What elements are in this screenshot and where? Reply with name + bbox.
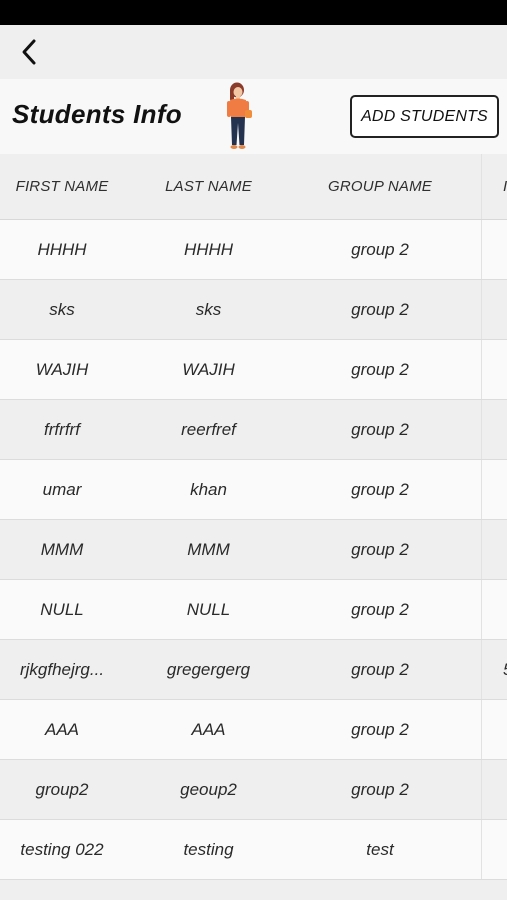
group-name-cell: test	[366, 839, 394, 859]
group-name-cell: group 2	[351, 299, 409, 319]
table-header-row: FIRST NAME LAST NAME GROUP NAME I	[0, 154, 507, 220]
first-name-cell: WAJIH	[35, 359, 89, 379]
last-name-cell: gregergerg	[166, 659, 251, 679]
last-name-cell: testing	[183, 839, 234, 859]
first-name-cell: umar	[42, 479, 82, 499]
table-row[interactable]: rjkgfhejrg... gregergerg group 2 5	[0, 640, 507, 700]
first-name-cell: frfrfrf	[44, 419, 80, 439]
page-title: Students Info	[12, 99, 182, 129]
column-header-last-name: LAST NAME	[165, 178, 252, 195]
first-name-cell: testing 022	[20, 839, 104, 859]
last-name-cell: MMM	[187, 539, 230, 559]
last-name-cell: khan	[190, 479, 227, 499]
group-name-cell: group 2	[351, 239, 409, 259]
partial-cell	[481, 340, 507, 399]
table-row[interactable]: sks sks group 2	[0, 280, 507, 340]
column-header-group-name: GROUP NAME	[328, 178, 432, 195]
group-name-cell: group 2	[351, 779, 409, 799]
first-name-cell: AAA	[44, 719, 80, 739]
students-table: FIRST NAME LAST NAME GROUP NAME I HHHH H…	[0, 154, 507, 900]
column-header-first-name: FIRST NAME	[15, 178, 109, 195]
table-row[interactable]: umar khan group 2	[0, 460, 507, 520]
table-row[interactable]	[0, 880, 507, 900]
partial-cell	[481, 280, 507, 339]
last-name-cell: NULL	[186, 599, 231, 619]
last-name-cell: geoup2	[180, 779, 237, 799]
add-students-button[interactable]: ADD STUDENTS	[350, 95, 499, 138]
first-name-cell: rjkgfhejrg...	[19, 659, 105, 679]
partial-cell: 5	[481, 640, 507, 699]
table-row[interactable]: testing 022 testing test	[0, 820, 507, 880]
last-name-cell: AAA	[191, 719, 226, 739]
partial-cell	[481, 220, 507, 279]
first-name-cell: MMM	[40, 539, 84, 559]
partial-cell	[481, 700, 507, 759]
group-name-cell: group 2	[351, 659, 409, 679]
last-name-cell: HHHH	[183, 239, 234, 259]
partial-cell	[481, 460, 507, 519]
table-row[interactable]: AAA AAA group 2	[0, 700, 507, 760]
table-row[interactable]: NULL NULL group 2	[0, 580, 507, 640]
first-name-cell: NULL	[40, 599, 84, 619]
back-button[interactable]	[12, 35, 46, 69]
last-name-cell: sks	[195, 299, 222, 319]
first-name-cell: sks	[49, 299, 75, 319]
partial-cell	[481, 580, 507, 639]
group-name-cell: group 2	[351, 719, 409, 739]
first-name-cell: group2	[35, 779, 89, 799]
partial-cell	[481, 820, 507, 879]
partial-cell	[481, 400, 507, 459]
last-name-cell: reerfref	[181, 419, 236, 439]
group-name-cell: group 2	[351, 539, 409, 559]
last-name-cell: WAJIH	[182, 359, 235, 379]
chevron-left-icon	[22, 39, 36, 65]
partial-cell	[481, 760, 507, 819]
table-row[interactable]: HHHH HHHH group 2	[0, 220, 507, 280]
partial-cell	[481, 520, 507, 579]
table-row[interactable]: frfrfrf reerfref group 2	[0, 400, 507, 460]
table-row[interactable]: MMM MMM group 2	[0, 520, 507, 580]
first-name-cell: HHHH	[37, 239, 87, 259]
group-name-cell: group 2	[351, 359, 409, 379]
navigation-bar	[0, 25, 507, 79]
table-row[interactable]: WAJIH WAJIH group 2	[0, 340, 507, 400]
table-row[interactable]: group2 geoup2 group 2	[0, 760, 507, 820]
status-bar	[0, 0, 507, 25]
column-header-partial: I	[503, 178, 507, 195]
group-name-cell: group 2	[351, 479, 409, 499]
student-illustration-icon	[227, 82, 252, 149]
page-header: Students Info ADD STUDENTS	[0, 79, 507, 154]
group-name-cell: group 2	[351, 419, 409, 439]
group-name-cell: group 2	[351, 599, 409, 619]
